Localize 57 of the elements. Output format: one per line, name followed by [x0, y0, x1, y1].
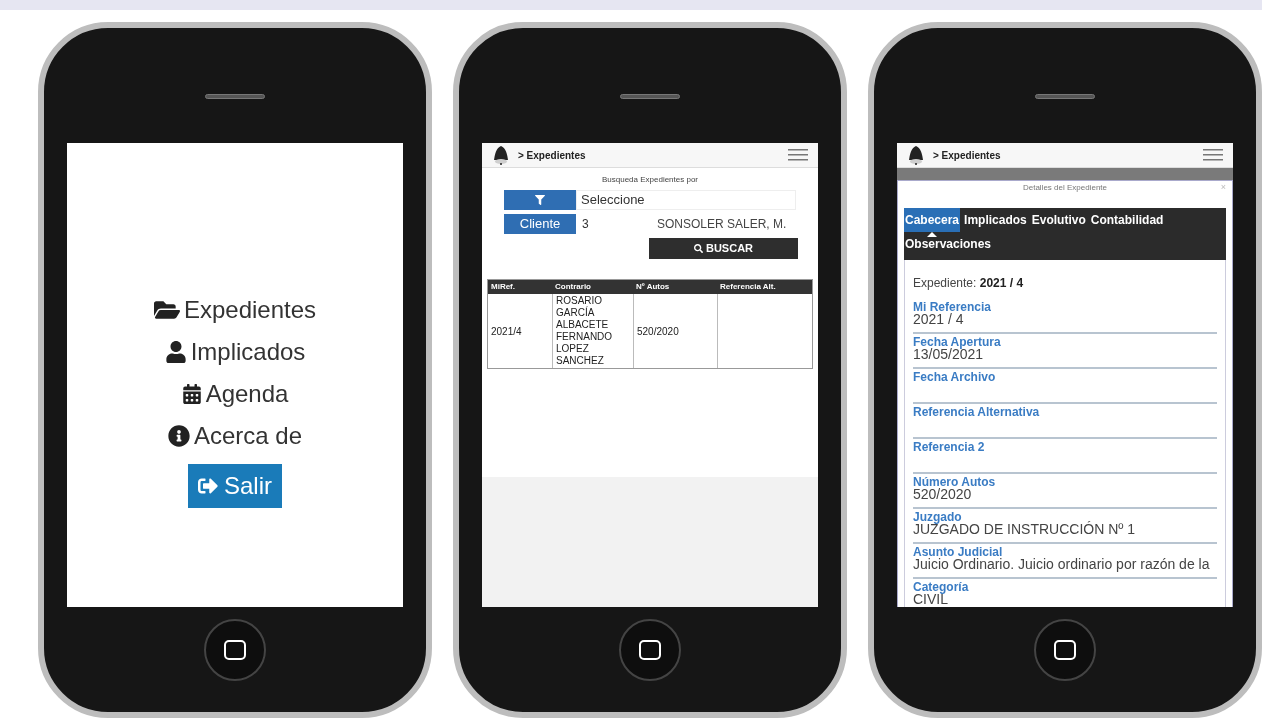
- filter-button[interactable]: [504, 190, 576, 210]
- square-icon: [639, 640, 661, 660]
- menu-item[interactable]: Agenda: [181, 376, 289, 412]
- search-title: Busqueda Expedientes por: [601, 174, 699, 186]
- square-icon: [1054, 640, 1076, 660]
- field-value: 13/05/2021: [913, 348, 984, 361]
- search-icon: [693, 244, 703, 253]
- menu-item[interactable]: Expedientes: [153, 292, 317, 328]
- column-header: Nº Autos: [635, 281, 671, 293]
- field-label: Número Autos: [913, 477, 997, 488]
- client-label: Cliente: [504, 214, 576, 234]
- modal-title: Detalles del Expediente: [1022, 182, 1108, 194]
- field-label: Juzgado: [913, 512, 963, 523]
- tab[interactable]: Implicados: [963, 208, 1028, 232]
- bell-logo-icon: [907, 145, 925, 165]
- field-label: Fecha Apertura: [913, 337, 1002, 348]
- speaker-slot: [205, 94, 265, 99]
- tab[interactable]: Evolutivo: [1030, 208, 1087, 232]
- menu-icon[interactable]: [1203, 148, 1223, 162]
- filter-select[interactable]: Seleccione: [576, 190, 796, 210]
- field-label: Mi Referencia: [913, 302, 993, 313]
- info-icon: [167, 425, 190, 447]
- speaker-slot: [620, 94, 680, 99]
- field-value: JUZGADO DE INSTRUCCIÓN Nº 1: [913, 523, 1137, 536]
- table-cell-text: 520/2020: [637, 324, 679, 339]
- column-header: Contrario: [554, 281, 592, 293]
- field-label: Categoría: [913, 582, 970, 593]
- field-label: Asunto Judicial: [913, 547, 1003, 558]
- exit-button[interactable]: Salir: [188, 464, 282, 508]
- column-header: Referencia Alt.: [719, 281, 777, 293]
- expediente-heading: Expediente: 2021 / 4: [913, 275, 1025, 292]
- field-value: 2021 / 4: [913, 313, 965, 326]
- field-label: Referencia 2: [913, 442, 986, 453]
- breadcrumb[interactable]: > Expedientes: [518, 147, 586, 163]
- table-cell-text: 2021/4: [491, 324, 522, 339]
- filter-icon: [535, 195, 545, 205]
- calendar-icon: [181, 384, 202, 404]
- field-value: CIVIL: [913, 593, 948, 606]
- field-label: Fecha Archivo: [913, 372, 997, 383]
- menu-item[interactable]: Implicados: [164, 334, 306, 370]
- field-value: Juicio Ordinario. Juicio ordinario por razón de la: [913, 558, 1211, 571]
- table-cell-text: ROSARIO GARCÍA ALBACETE FERNANDO LOPEZ SANCHEZ: [556, 295, 614, 367]
- speaker-slot: [1035, 94, 1095, 99]
- tab[interactable]: Observaciones: [904, 232, 993, 256]
- tab-pointer-icon: [927, 232, 937, 237]
- field-label: Referencia Alternativa: [913, 407, 1041, 418]
- column-header: MiRef.: [490, 281, 516, 293]
- sign-out-icon: [198, 476, 218, 496]
- tab[interactable]: Contabilidad: [1089, 208, 1165, 232]
- field-value: 520/2020: [913, 488, 973, 501]
- square-icon: [224, 640, 246, 660]
- user-icon: [164, 341, 187, 363]
- menu-item[interactable]: Acerca de: [167, 418, 303, 454]
- menu-icon[interactable]: [788, 148, 808, 162]
- breadcrumb[interactable]: > Expedientes: [933, 147, 1001, 163]
- bell-logo-icon: [492, 145, 510, 165]
- search-button[interactable]: BUSCAR: [649, 238, 798, 259]
